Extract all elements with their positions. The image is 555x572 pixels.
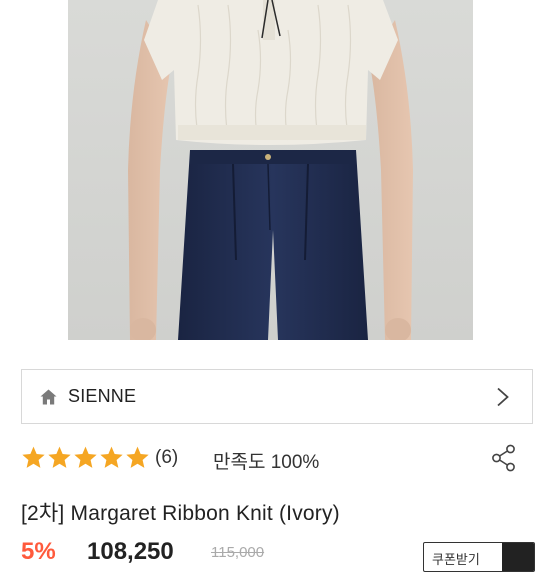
download-icon: [502, 543, 534, 571]
star-icon: [74, 446, 97, 468]
brand-name: SIENNE: [68, 386, 137, 406]
coupon-download-button[interactable]: 쿠폰받기: [423, 542, 535, 572]
rating-row: (6) 만족도 100%: [21, 444, 533, 473]
star-icon: [22, 446, 45, 468]
home-icon: [40, 389, 57, 405]
star-icon: [126, 446, 149, 468]
product-image[interactable]: [68, 0, 473, 340]
satisfaction-rate: 만족도 100%: [213, 452, 320, 473]
discount-rate: 5%: [21, 538, 56, 565]
star-icon: [48, 446, 71, 468]
product-title: [2차] Margaret Ribbon Knit (Ivory): [21, 502, 340, 525]
share-icon[interactable]: [491, 444, 517, 472]
original-price: 115,000: [211, 544, 265, 561]
brand-link[interactable]: SIENNE: [21, 369, 533, 424]
chevron-right-icon: [497, 387, 509, 407]
price-row: 5% 108,250 115,000 쿠폰받기: [21, 538, 555, 572]
coupon-label: 쿠폰받기: [432, 552, 480, 567]
sale-price: 108,250: [87, 538, 174, 565]
review-count[interactable]: (6): [155, 447, 178, 469]
star-rating[interactable]: [21, 445, 150, 470]
product-photo-illustration: [68, 0, 473, 340]
star-icon: [100, 446, 123, 468]
